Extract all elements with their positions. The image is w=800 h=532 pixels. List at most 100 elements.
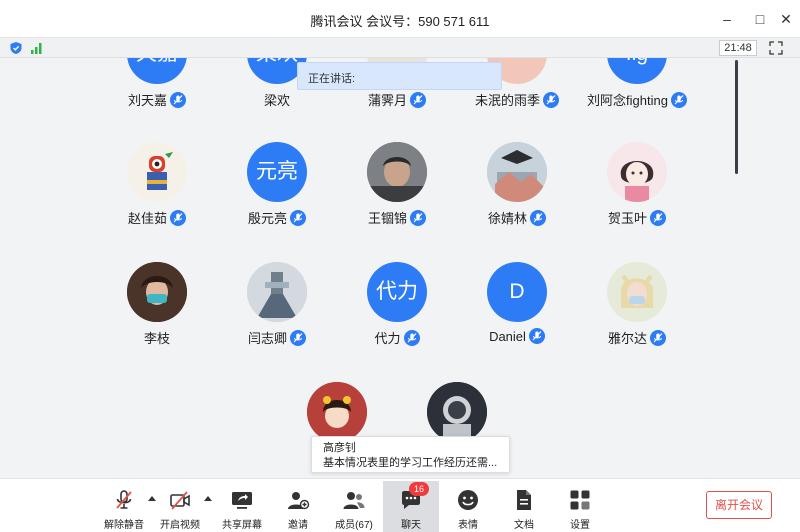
mic-muted-icon [290,330,306,346]
participant-name: 刘阿念fighting [587,93,668,108]
participant-name: 殷元亮 [247,211,287,226]
participant-name: 徐婧林 [487,211,527,226]
avatar [607,142,667,202]
participant-tile[interactable]: 雅尔达 [577,262,697,374]
leave-meeting-button[interactable]: 离开会议 [706,491,772,519]
add-user-icon [288,492,310,510]
mic-muted-icon [650,210,666,226]
share-screen-label: 共享屏幕 [222,520,262,531]
participant-name: 未泯的雨季 [474,93,540,108]
mic-muted-icon [403,330,420,346]
avatar: 代力 [367,262,427,322]
avatar [367,142,427,202]
chat-sender: 高彦钊 [323,442,356,454]
settings-button[interactable]: 设置 [552,484,608,531]
participant-tile[interactable]: fig 刘阿念fighting [577,58,697,136]
mic-muted-icon [170,210,186,226]
mic-muted-icon [530,210,546,226]
avatar [307,382,367,442]
participant-tile[interactable]: 李枝 [97,262,217,374]
window-title: 腾讯会议 会议号：590 571 611 [310,14,490,29]
participant-name: 代力 [374,331,401,346]
invite-label: 邀请 [288,520,308,531]
avatar [487,142,547,202]
participant-name: 贺玉叶 [607,211,647,226]
avatar [427,382,487,442]
mic-muted-icon [670,92,687,108]
smiley-icon [458,490,478,510]
participant-tile[interactable]: 贺玉叶 [577,142,697,254]
participant-name: 蒲霁月 [367,93,407,108]
mic-muted-icon [410,92,426,108]
settings-label: 设置 [570,520,590,531]
participant-name: Daniel [489,329,526,344]
mic-muted-icon [410,210,426,226]
members-icon [343,492,365,509]
avatar: fig [607,58,667,84]
participant-tile[interactable]: 徐婧林 [457,142,577,254]
avatar: 天嘉 [127,58,187,84]
mic-muted-icon [650,330,666,346]
chat-button[interactable]: 16 聊天 [383,481,439,532]
video-off-icon [170,491,190,510]
share-screen-icon [232,492,252,509]
mic-muted-icon [543,92,559,108]
avatar: 元亮 [247,142,307,202]
members-label: 成员(67) [335,520,373,531]
avatar [607,262,667,322]
participant-tile[interactable]: 元亮 殷元亮 [217,142,337,254]
reactions-button[interactable]: 表情 [440,484,496,531]
participant-tile[interactable]: 王锢锦 [337,142,457,254]
participant-name: 雅尔达 [607,331,647,346]
mic-muted-icon [528,328,545,344]
participant-tile[interactable]: 闫志卿 [217,262,337,374]
document-icon [517,490,531,510]
mic-muted-icon [170,92,186,108]
chat-unread-badge: 16 [409,482,429,496]
docs-button[interactable]: 文档 [496,484,552,531]
mic-muted-icon [290,210,306,226]
chat-message: 基本情况表里的学习工作经历还需... [323,457,498,469]
share-screen-button[interactable]: 共享屏幕 [214,484,270,531]
members-button[interactable]: 成员(67) [326,484,382,531]
meeting-toolbar: 解除静音 开启视频 共享屏幕 邀请 成员(67) 16 聊天 表情 文档 设置 [0,478,800,532]
invite-button[interactable]: 邀请 [270,484,326,531]
participant-name: 赵佳茹 [127,211,167,226]
chat-label: 聊天 [401,520,421,531]
avatar [127,262,187,322]
unmute-label: 解除静音 [104,520,144,531]
start-video-button[interactable]: 开启视频 [152,484,208,531]
start-video-label: 开启视频 [160,520,200,531]
participant-name: 梁欢 [263,93,290,108]
participant-tile[interactable]: 代力 代力 [337,262,457,374]
grid-scrollbar[interactable] [735,60,738,174]
participant-name: 王锢锦 [367,211,407,226]
maximize-button[interactable]: □ [750,9,770,29]
unmute-button[interactable]: 解除静音 [96,484,152,531]
participant-tile[interactable]: 赵佳茹 [97,142,217,254]
fullscreen-icon[interactable] [769,41,783,55]
participant-name: 李枝 [143,331,170,346]
meeting-clock: 21:48 [719,40,757,56]
security-shield-icon[interactable] [9,41,23,55]
participant-name: 闫志卿 [247,331,287,346]
participant-tile[interactable]: D Daniel [457,262,577,374]
title-bar: 腾讯会议 会议号：590 571 611 – □ ✕ [0,0,800,38]
mic-off-icon [116,490,132,509]
participant-tile[interactable]: 天嘉 刘天嘉 [97,58,217,136]
avatar: D [487,262,547,322]
video-options-caret-icon[interactable] [204,496,212,501]
network-signal-icon[interactable] [30,41,44,54]
meeting-status-bar: 21:48 [0,38,800,58]
settings-grid-icon [570,490,590,510]
participant-grid: 天嘉 刘天嘉 梁欢 梁欢 蒲霁月 未泯的雨季 fig 刘阿念fighting 赵… [0,58,800,478]
reactions-label: 表情 [458,520,478,531]
chat-notification[interactable]: 高彦钊 基本情况表里的学习工作经历还需... [311,436,510,473]
speaking-indicator: 正在讲话: [297,62,502,90]
avatar [247,262,307,322]
minimize-button[interactable]: – [717,9,737,29]
docs-label: 文档 [514,520,534,531]
participant-name: 刘天嘉 [127,93,167,108]
avatar [127,142,187,202]
close-button[interactable]: ✕ [776,9,796,29]
